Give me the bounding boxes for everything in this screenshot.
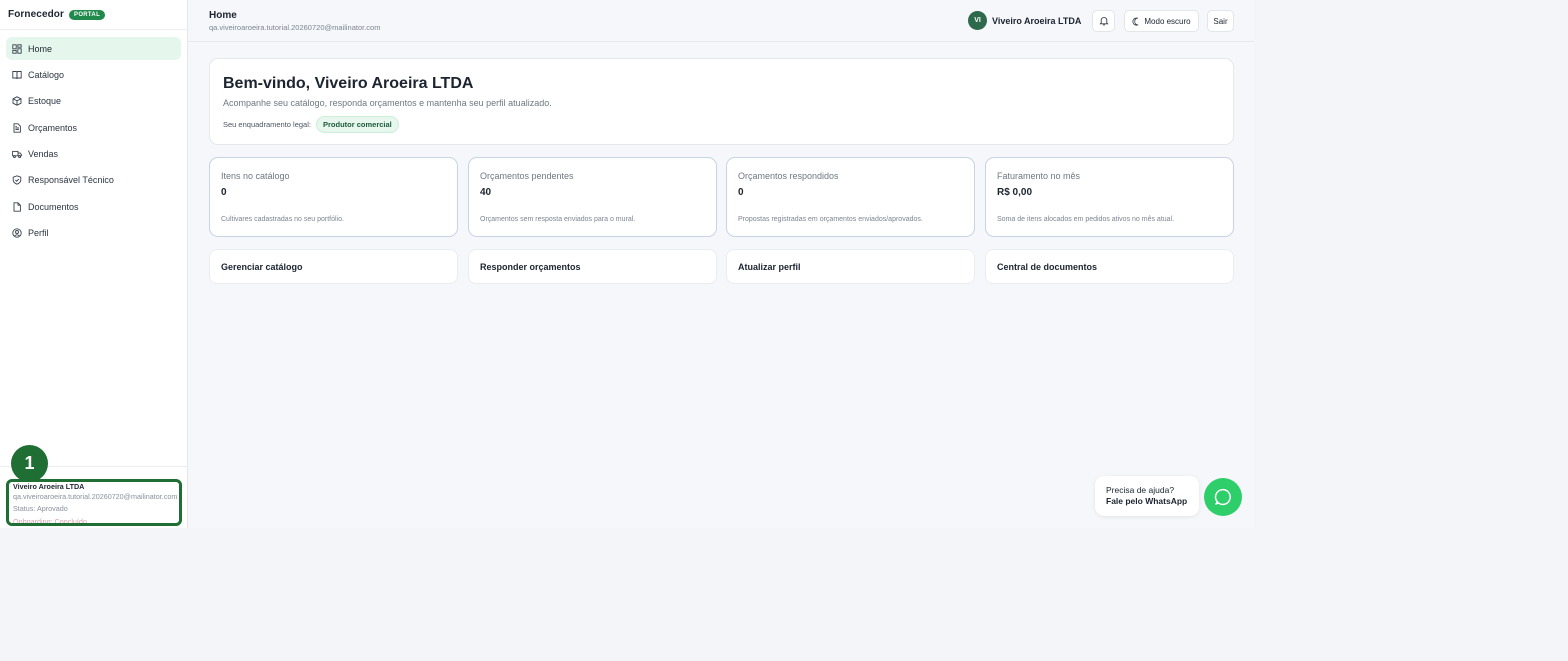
user-card-onboarding: Onboarding: Concluído xyxy=(13,516,87,526)
stat-value: 0 xyxy=(221,187,227,198)
sidebar-item-vendas[interactable]: Vendas xyxy=(6,143,181,166)
help-bubble[interactable]: Precisa de ajuda? Fale pelo WhatsApp xyxy=(1095,476,1199,516)
moon-icon xyxy=(1132,17,1139,26)
help-line-2: Fale pelo WhatsApp xyxy=(1106,496,1188,506)
stat-description: Propostas registradas em orçamentos envi… xyxy=(738,216,923,223)
sidebar-item-label: Responsável Técnico xyxy=(28,175,114,186)
portal-badge: PORTAL xyxy=(69,9,106,20)
sidebar-nav: Home Catálogo Estoque Orçamentos Vendas … xyxy=(0,30,187,245)
top-bar: Home qa.viveiroaroeira.tutorial.20260720… xyxy=(188,0,1254,42)
whatsapp-button[interactable] xyxy=(1204,478,1242,516)
brand[interactable]: Fornecedor PORTAL xyxy=(0,0,187,30)
tutorial-step-marker: 1 xyxy=(11,445,48,482)
shield-check-icon xyxy=(12,175,22,186)
stat-card-answered-quotes[interactable]: Orçamentos respondidos 0 Propostas regis… xyxy=(726,157,975,237)
package-icon xyxy=(12,96,22,106)
logout-button[interactable]: Sair xyxy=(1207,10,1234,32)
user-circle-icon xyxy=(12,228,22,238)
file-text-icon xyxy=(13,123,21,133)
user-info-card[interactable]: Viveiro Aroeira LTDA qa.viveiroaroeira.t… xyxy=(6,479,182,526)
documents-center-link[interactable]: Central de documentos xyxy=(985,249,1234,284)
stat-label: Itens no catálogo xyxy=(221,171,290,181)
stat-label: Faturamento no mês xyxy=(997,171,1081,181)
stat-value: 40 xyxy=(480,187,492,198)
stat-card-monthly-revenue[interactable]: Faturamento no mês R$ 0,00 Soma de itens… xyxy=(985,157,1234,237)
file-icon xyxy=(13,202,21,212)
page-title: Home xyxy=(209,10,237,21)
account-info[interactable]: VI Viveiro Aroeira LTDA xyxy=(968,11,1081,30)
dark-mode-button[interactable]: Modo escuro xyxy=(1124,10,1199,32)
sidebar-item-label: Documentos xyxy=(28,201,79,212)
stat-description: Orçamentos sem resposta enviados para o … xyxy=(480,216,636,223)
page-subtitle-email: qa.viveiroaroeira.tutorial.20260720@mail… xyxy=(209,23,381,32)
welcome-subtitle: Acompanhe seu catálogo, responda orçamen… xyxy=(223,98,552,108)
truck-icon xyxy=(12,151,22,159)
stat-card-pending-quotes[interactable]: Orçamentos pendentes 40 Orçamentos sem r… xyxy=(468,157,717,237)
sidebar-item-responsavel-tecnico[interactable]: Responsável Técnico xyxy=(6,169,181,192)
account-name: Viveiro Aroeira LTDA xyxy=(992,15,1082,26)
user-card-status: Status: Aprovado xyxy=(13,504,68,514)
sidebar-item-label: Orçamentos xyxy=(28,122,78,133)
sidebar-item-label: Home xyxy=(28,43,53,54)
stat-card-catalog-items[interactable]: Itens no catálogo 0 Cultivares cadastrad… xyxy=(209,157,458,237)
sidebar-item-documentos[interactable]: Documentos xyxy=(6,195,181,218)
sidebar-item-catalogo[interactable]: Catálogo xyxy=(6,63,181,86)
book-open-icon xyxy=(12,70,22,79)
user-card-email: qa.viveiroaroeira.tutorial.20260720@mail… xyxy=(13,492,178,501)
dashboard-icon xyxy=(12,43,22,54)
whatsapp-icon xyxy=(1214,488,1231,506)
sidebar-item-label: Estoque xyxy=(28,96,62,107)
sidebar-item-label: Perfil xyxy=(28,228,49,239)
update-profile-link[interactable]: Atualizar perfil xyxy=(726,249,975,284)
brand-name: Fornecedor xyxy=(8,9,65,20)
help-line-1: Precisa de ajuda? xyxy=(1106,485,1175,495)
welcome-title: Bem-vindo, Viveiro Aroeira LTDA xyxy=(223,75,474,92)
answer-quotes-link[interactable]: Responder orçamentos xyxy=(468,249,717,284)
sidebar-item-orcamentos[interactable]: Orçamentos xyxy=(6,116,181,139)
stat-label: Orçamentos pendentes xyxy=(480,171,574,181)
bell-icon xyxy=(1098,17,1109,26)
legal-status-badge: Produtor comercial xyxy=(315,116,399,133)
avatar: VI xyxy=(968,11,987,30)
sidebar-item-perfil[interactable]: Perfil xyxy=(6,222,181,245)
stat-value: 0 xyxy=(738,187,744,198)
notifications-button[interactable] xyxy=(1092,10,1115,32)
app-window: Fornecedor PORTAL Home Catálogo Estoque … xyxy=(0,0,1254,528)
sidebar-item-label: Catálogo xyxy=(28,69,65,80)
welcome-card: Bem-vindo, Viveiro Aroeira LTDA Acompanh… xyxy=(209,58,1234,145)
legal-label: Seu enquadramento legal: xyxy=(223,120,311,129)
stat-label: Orçamentos respondidos xyxy=(738,171,839,181)
legal-classification: Seu enquadramento legal: Produtor comerc… xyxy=(223,116,399,133)
sidebar-item-home[interactable]: Home xyxy=(6,37,181,60)
stat-value: R$ 0,00 xyxy=(997,187,1033,198)
dark-mode-label: Modo escuro xyxy=(1144,16,1191,26)
user-card-name: Viveiro Aroeira LTDA xyxy=(13,483,85,491)
stat-description: Soma de itens alocados em pedidos ativos… xyxy=(997,216,1175,223)
sidebar-item-estoque[interactable]: Estoque xyxy=(6,90,181,113)
manage-catalog-link[interactable]: Gerenciar catálogo xyxy=(209,249,458,284)
sidebar-item-label: Vendas xyxy=(28,149,59,160)
stat-description: Cultivares cadastradas no seu portfólio. xyxy=(221,216,344,223)
